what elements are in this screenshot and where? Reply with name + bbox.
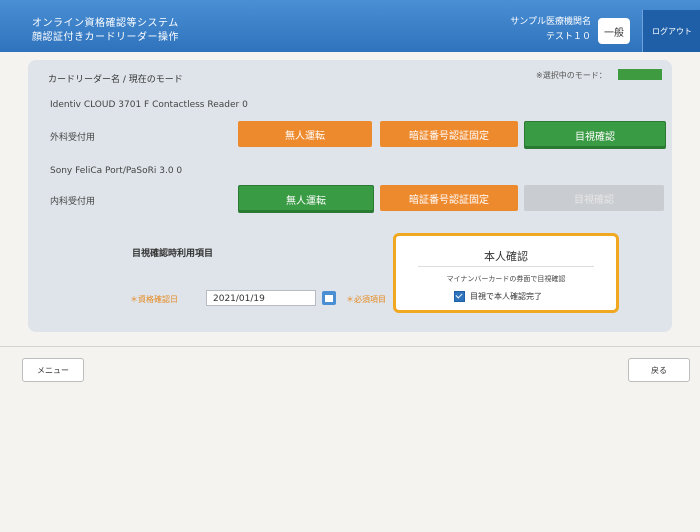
identity-check-popup: 本人確認 マイナンバーカードの券面で目視確認 目視で本人確認完了: [393, 233, 619, 313]
department-label: 外科受付用: [50, 133, 96, 143]
selected-mode-indicator: [618, 69, 662, 80]
app-header: オンライン資格確認等システム 顔認証付きカードリーダー操作 サンプル医療機関名 …: [0, 0, 700, 52]
menu-button[interactable]: メニュー: [22, 358, 84, 382]
date-input[interactable]: 2021/01/19: [206, 290, 316, 306]
logout-button[interactable]: ログアウト: [642, 10, 700, 52]
checkbox-checked-icon[interactable]: [454, 291, 465, 302]
pin-fixed-button[interactable]: 暗証番号認証固定: [380, 185, 518, 211]
unattended-button[interactable]: 無人運転: [238, 121, 372, 147]
popup-title: 本人確認: [484, 250, 528, 263]
reader-name: Identiv CLOUD 3701 F Contactless Reader …: [50, 100, 248, 110]
required-label: ＊必須項目: [346, 295, 386, 304]
back-button[interactable]: 戻る: [628, 358, 690, 382]
system-name: オンライン資格確認等システム: [32, 18, 179, 29]
screen-name: 顔認証付きカードリーダー操作: [32, 32, 179, 43]
facility-name: サンプル医療機関名: [510, 17, 591, 27]
user-name: テスト１０: [545, 32, 591, 42]
unattended-button[interactable]: 無人運転: [238, 185, 374, 213]
visual-check-button[interactable]: 目視確認: [524, 121, 666, 149]
visual-section-title: 目視確認時利用項目: [132, 249, 214, 259]
calendar-icon[interactable]: [322, 291, 336, 305]
reader-name: Sony FeliCa Port/PaSoRi 3.0 0: [50, 166, 183, 176]
date-label: ＊資格確認日: [130, 295, 178, 304]
popup-description: マイナンバーカードの券面で目視確認: [446, 275, 566, 283]
divider: [0, 346, 700, 347]
department-label: 内科受付用: [50, 197, 96, 207]
breadcrumb: カードリーダー名 / 現在のモード: [48, 75, 183, 85]
selected-mode-label: ※選択中のモード：: [536, 71, 607, 80]
checkbox-label: 目視で本人確認完了: [470, 292, 542, 301]
mode-button[interactable]: 一般: [598, 18, 630, 44]
visual-check-button: 目視確認: [524, 185, 664, 211]
identity-checkbox-row[interactable]: 目視で本人確認完了: [454, 291, 542, 302]
divider: [418, 266, 594, 267]
pin-fixed-button[interactable]: 暗証番号認証固定: [380, 121, 518, 147]
